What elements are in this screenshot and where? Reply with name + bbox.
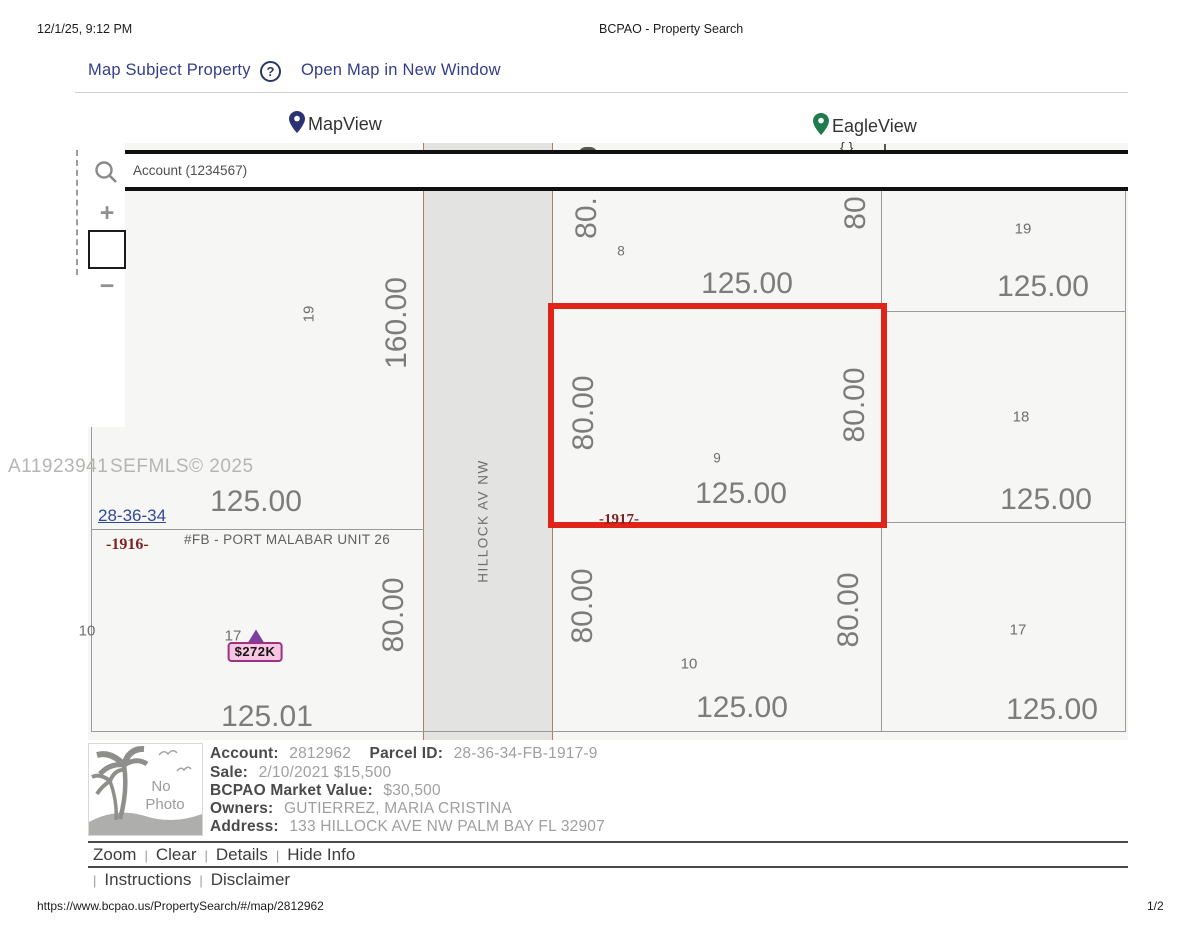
no-photo-text-1: No — [151, 778, 170, 795]
header-divider — [75, 92, 1128, 93]
lot-number-east-17: 17 — [1010, 622, 1027, 639]
info-row-sale: Sale: 2/10/2021 $15,500 — [210, 764, 391, 782]
dim-125-east18: 125.00 — [1000, 483, 1092, 517]
no-photo-placeholder: No Photo — [88, 743, 203, 836]
zoom-in-button[interactable]: + — [89, 199, 125, 228]
print-url: https://www.bcpao.us/PropertySearch/#/ma… — [37, 899, 324, 913]
print-datetime: 12/1/25, 9:12 PM — [37, 22, 132, 36]
dim-80-lot10-left: 80.00 — [566, 568, 600, 643]
eagleview-toggle[interactable]: EagleView — [832, 116, 917, 137]
dim-80-west17: 80.00 — [377, 577, 411, 652]
subdivision-label: #FB - PORT MALABAR UNIT 26 — [184, 532, 390, 547]
footer-rule-top — [88, 841, 1128, 843]
clear-link[interactable]: Clear — [156, 845, 197, 864]
section-township-range-link[interactable]: 28-36-34 — [98, 506, 166, 526]
street-label-hillock: HILLOCK AV NW — [476, 459, 491, 583]
hide-info-link[interactable]: Hide Info — [287, 845, 355, 864]
print-page-number: 1/2 — [1147, 899, 1164, 913]
account-value: 2812962 — [289, 745, 351, 762]
footer-rule-bottom — [88, 866, 1128, 868]
help-links: |Instructions|Disclaimer — [93, 870, 290, 890]
parcel-line-east-edge — [1125, 188, 1126, 731]
market-value-label: BCPAO Market Value: — [210, 782, 373, 799]
search-bar — [125, 150, 1128, 191]
lot-number-east-19: 19 — [1015, 221, 1032, 238]
dim-80-lot8-left: 80. — [570, 197, 604, 239]
extent-box-button[interactable] — [88, 230, 126, 269]
dim-160-west: 160.00 — [380, 277, 414, 369]
map-canvas[interactable]: 19 160.00 125.00 80. 8 125.00 80 19 125.… — [88, 143, 1128, 740]
watermark-listing-id: A11923941 — [8, 456, 108, 478]
print-doc-title: BCPAO - Property Search — [599, 22, 743, 36]
dim-125-lot8: 125.00 — [701, 267, 793, 301]
dim-80-lot10-right: 80.00 — [832, 572, 866, 647]
parcel-line-east-h2 — [881, 522, 1126, 523]
lot-number-east-18: 18 — [1013, 409, 1030, 426]
lot-number-west-19: 19 — [301, 306, 318, 323]
link-separator: | — [196, 848, 215, 863]
address-label: Address: — [210, 818, 279, 835]
map-subject-property-link[interactable]: Map Subject Property — [88, 61, 251, 80]
info-row-owners: Owners: GUTIERREZ, MARIA CRISTINA — [210, 800, 512, 818]
price-marker-triangle-icon — [248, 630, 264, 643]
road-hillock-av — [423, 143, 553, 740]
details-link[interactable]: Details — [216, 845, 268, 864]
open-map-new-window-link[interactable]: Open Map in New Window — [301, 61, 501, 80]
lot-number-west-10: 10 — [79, 623, 96, 640]
owners-value: GUTIERREZ, MARIA CRISTINA — [284, 800, 512, 817]
info-row-account: Account: 2812962 Parcel ID: 28-36-34-FB-… — [210, 745, 598, 763]
map-action-links: Zoom|Clear|Details|Hide Info — [93, 845, 355, 865]
lot-number-10: 10 — [681, 656, 698, 673]
account-search-input[interactable] — [125, 154, 1096, 187]
dim-80-lot8-right: 80 — [839, 196, 873, 229]
parcel-line-west-h — [91, 529, 424, 530]
link-separator: | — [268, 848, 287, 863]
sale-label: Sale: — [210, 764, 248, 781]
market-value-value: $30,500 — [383, 782, 440, 799]
dim-125-west19: 125.00 — [210, 485, 302, 519]
price-marker-badge[interactable]: $272K — [228, 642, 283, 662]
dim-125-east17: 125.00 — [1006, 693, 1098, 727]
dim-80-lot9-right: 80.00 — [838, 367, 872, 442]
plat-page-1916: -1916- — [106, 536, 149, 554]
bcpao-property-search-page: { "header": { "datetime": "12/1/25, 9:12… — [0, 0, 1200, 936]
mapview-pin-icon — [289, 111, 305, 138]
dim-125-lot9: 125.00 — [695, 477, 787, 511]
sale-value: 2/10/2021 $15,500 — [259, 764, 392, 781]
zoom-out-button[interactable]: − — [89, 272, 125, 301]
mapview-toggle[interactable]: MapView — [308, 114, 382, 135]
plat-page-1917: -1917- — [599, 512, 639, 529]
link-separator: | — [136, 848, 155, 863]
parcel-id-value: 28-36-34-FB-1917-9 — [454, 745, 598, 762]
dim-125-east19: 125.00 — [997, 270, 1089, 304]
search-icon[interactable] — [93, 159, 119, 190]
parcel-line-east-h1 — [881, 311, 1126, 312]
watermark-mls: SEFMLS© 2025 — [110, 456, 254, 478]
address-value: 133 HILLOCK AVE NW PALM BAY FL 32907 — [289, 818, 605, 835]
account-label: Account: — [210, 745, 279, 762]
no-photo-text-2: Photo — [145, 796, 184, 813]
link-separator: | — [93, 873, 104, 888]
info-row-market-value: BCPAO Market Value: $30,500 — [210, 782, 441, 800]
dim-125-01-west: 125.01 — [221, 700, 313, 734]
instructions-link[interactable]: Instructions — [104, 870, 191, 889]
dim-80-lot9-left: 80.00 — [567, 375, 601, 450]
info-row-address: Address: 133 HILLOCK AVE NW PALM BAY FL … — [210, 818, 605, 836]
owners-label: Owners: — [210, 800, 273, 817]
eagleview-pin-icon — [813, 113, 829, 140]
lot-number-9: 9 — [713, 451, 721, 466]
help-icon[interactable]: ? — [260, 61, 281, 82]
parcel-id-label: Parcel ID: — [370, 745, 444, 762]
zoom-link[interactable]: Zoom — [93, 845, 136, 864]
link-separator: | — [191, 873, 210, 888]
disclaimer-link[interactable]: Disclaimer — [211, 870, 290, 889]
dim-125-lot10: 125.00 — [696, 691, 788, 725]
lot-number-8: 8 — [617, 244, 625, 259]
